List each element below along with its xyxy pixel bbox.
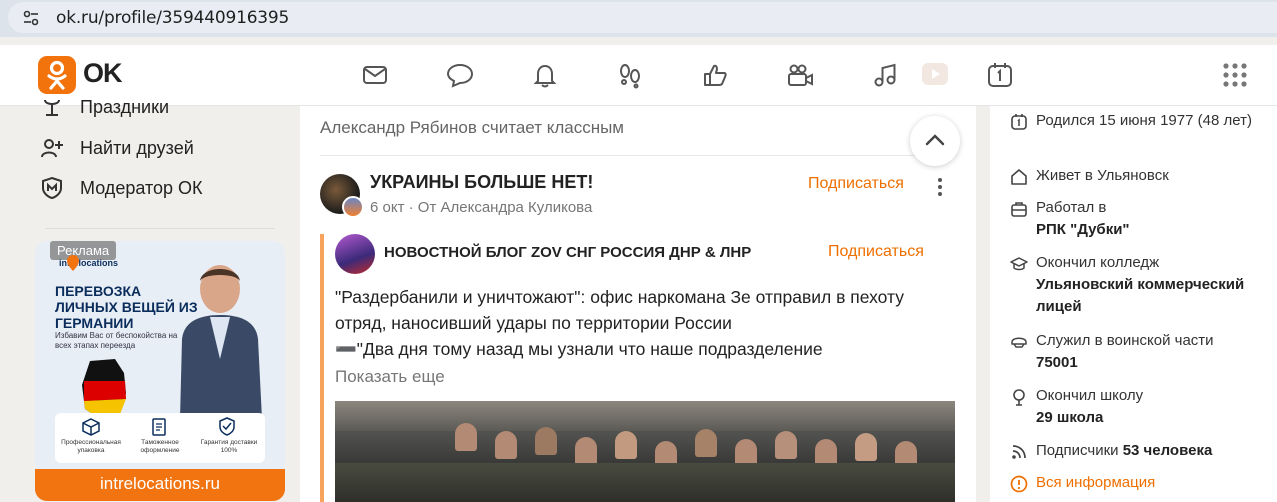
ok-logo-icon[interactable] bbox=[38, 56, 76, 94]
info-military: Служил в воинской части 75001 bbox=[1010, 330, 1260, 374]
ad-card-label: Гарантия доставки 100% bbox=[200, 439, 258, 454]
graduation-cap-icon bbox=[1010, 257, 1028, 271]
sidebar-item-moderator[interactable]: Модератор ОК bbox=[40, 173, 203, 203]
mail-icon[interactable] bbox=[360, 60, 390, 90]
location-pin-icon bbox=[67, 255, 79, 271]
post-meta[interactable]: 6 окт · От Александра Куликова bbox=[370, 199, 592, 216]
calendar-icon bbox=[1011, 114, 1027, 130]
browser-toolbar: ok.ru/profile/359440916395 bbox=[0, 0, 1277, 37]
info-lives: Живет в Ульяновск bbox=[1010, 165, 1260, 187]
military-unit-link[interactable]: 75001 bbox=[1036, 354, 1078, 371]
group-subscribe-button[interactable]: Подписаться bbox=[828, 243, 924, 261]
sidebar-item-holidays[interactable]: Праздники bbox=[40, 92, 169, 122]
calendar-icon[interactable] bbox=[985, 60, 1015, 90]
info-work: Работал в РПК "Дубки" bbox=[1010, 197, 1260, 241]
sidebar-item-find-friends[interactable]: Найти друзей bbox=[40, 133, 194, 163]
work-place-link[interactable]: РПК "Дубки" bbox=[1036, 221, 1130, 238]
sidebar-item-label: Модератор ОК bbox=[80, 177, 203, 198]
info-school: Окончил школу 29 школа bbox=[1010, 385, 1260, 429]
military-cap-icon bbox=[1011, 337, 1027, 348]
work-prefix: Работал в bbox=[1036, 199, 1107, 216]
thumbs-up-icon[interactable] bbox=[700, 60, 730, 90]
repost-indicator-bar bbox=[320, 234, 324, 502]
gift-icon bbox=[44, 99, 60, 116]
chevron-up-icon bbox=[925, 134, 945, 146]
post-text-line: "Раздербанили и уничтожают": офис нарком… bbox=[335, 287, 904, 307]
college-prefix: Окончил колледж bbox=[1036, 254, 1160, 271]
briefcase-icon bbox=[1011, 202, 1027, 217]
chat-icon[interactable] bbox=[445, 60, 475, 90]
military-prefix: Служил в воинской части bbox=[1036, 332, 1214, 349]
info-born: Родился 15 июня 1977 (48 лет) bbox=[1010, 110, 1260, 132]
show-more-link[interactable]: Показать еще bbox=[335, 367, 445, 387]
bell-icon[interactable] bbox=[530, 60, 560, 90]
sidebar-item-label: Праздники bbox=[80, 96, 170, 117]
subscribers-count[interactable]: 53 человека bbox=[1123, 442, 1213, 459]
born-text: Родился 15 июня 1977 (48 лет) bbox=[1036, 112, 1252, 129]
post-text-line: ➖"Два дня тому назад мы узнали что наше … bbox=[335, 339, 823, 359]
info-college: Окончил колледж Ульяновский коммерческий … bbox=[1010, 252, 1260, 318]
ad-feature-cards: Профессиональная упаковка Таможенное офо… bbox=[55, 413, 265, 463]
music-note-icon[interactable] bbox=[870, 60, 900, 90]
package-icon bbox=[82, 418, 100, 436]
advertisement-banner[interactable]: Реклама intrelocations ПЕРЕВОЗКА ЛИЧНЫХ … bbox=[35, 241, 285, 501]
post-title[interactable]: УКРАИНЫ БОЛЬШЕ НЕТ! bbox=[370, 172, 593, 193]
school-prefix: Окончил школу bbox=[1036, 387, 1144, 404]
address-bar[interactable]: ok.ru/profile/359440916395 bbox=[8, 2, 1277, 33]
info-subscribers[interactable]: Подписчики 53 человека bbox=[1010, 440, 1260, 462]
video-play-icon[interactable] bbox=[920, 60, 950, 90]
lives-prefix: Живет в bbox=[1036, 167, 1098, 184]
moderator-shield-icon bbox=[42, 176, 62, 200]
post-text-line: отряд, наносивший удары по территории Ро… bbox=[335, 313, 732, 333]
scroll-to-top-button[interactable] bbox=[910, 116, 960, 166]
ad-card-label: Профессиональная упаковка bbox=[61, 439, 121, 454]
add-friend-icon bbox=[41, 139, 63, 158]
school-link[interactable]: 29 школа bbox=[1036, 409, 1103, 426]
home-icon bbox=[1011, 169, 1027, 185]
liked-by-text[interactable]: Александр Рябинов считает классным bbox=[320, 118, 624, 138]
all-info-label[interactable]: Вся информация bbox=[1036, 472, 1155, 494]
reposter-avatar[interactable] bbox=[342, 196, 364, 218]
ad-card-label: Таможенное оформление bbox=[140, 439, 180, 454]
left-sidebar: Праздники Найти друзей Модератор ОК Рекл… bbox=[0, 97, 300, 502]
post-photo[interactable] bbox=[335, 401, 955, 502]
germany-map-flag-image bbox=[82, 359, 126, 419]
school-icon bbox=[1013, 389, 1025, 406]
more-options-icon[interactable] bbox=[934, 176, 946, 198]
document-icon bbox=[152, 418, 166, 436]
group-name[interactable]: НОВОСТНОЙ БЛОГ ZOV СНГ РОССИЯ ДНР & ЛНР bbox=[384, 244, 751, 261]
divider bbox=[320, 155, 956, 156]
video-camera-icon[interactable] bbox=[785, 60, 815, 90]
advertiser-photo bbox=[180, 265, 262, 419]
logo-text[interactable]: OK bbox=[83, 58, 122, 89]
site-header: OK bbox=[0, 45, 1277, 106]
url-text[interactable]: ok.ru/profile/359440916395 bbox=[56, 8, 289, 28]
apps-grid-icon[interactable] bbox=[1222, 62, 1248, 88]
guarantee-shield-icon bbox=[219, 417, 235, 436]
divider bbox=[45, 228, 275, 229]
group-avatar[interactable] bbox=[335, 234, 375, 274]
site-settings-icon[interactable] bbox=[22, 9, 40, 27]
subscribe-button[interactable]: Подписаться bbox=[808, 175, 904, 193]
lives-city-link[interactable]: Ульяновск bbox=[1097, 167, 1169, 184]
profile-info-panel: Родился 15 июня 1977 (48 лет) Живет в Ул… bbox=[990, 106, 1277, 502]
sidebar-item-label: Найти друзей bbox=[80, 137, 194, 158]
rss-icon bbox=[1012, 445, 1026, 459]
all-info-link[interactable]: Вся информация bbox=[1010, 472, 1260, 494]
footprints-icon[interactable] bbox=[615, 60, 645, 90]
post-text: "Раздербанили и уничтожают": офис нарком… bbox=[335, 284, 945, 362]
info-icon bbox=[1010, 475, 1028, 493]
college-link[interactable]: Ульяновский коммерческий лицей bbox=[1036, 276, 1244, 315]
subscribers-prefix: Подписчики bbox=[1036, 442, 1123, 459]
feed: Александр Рябинов считает классным УКРАИ… bbox=[300, 106, 976, 502]
ad-brand-link[interactable]: intrelocations.ru bbox=[35, 469, 285, 501]
